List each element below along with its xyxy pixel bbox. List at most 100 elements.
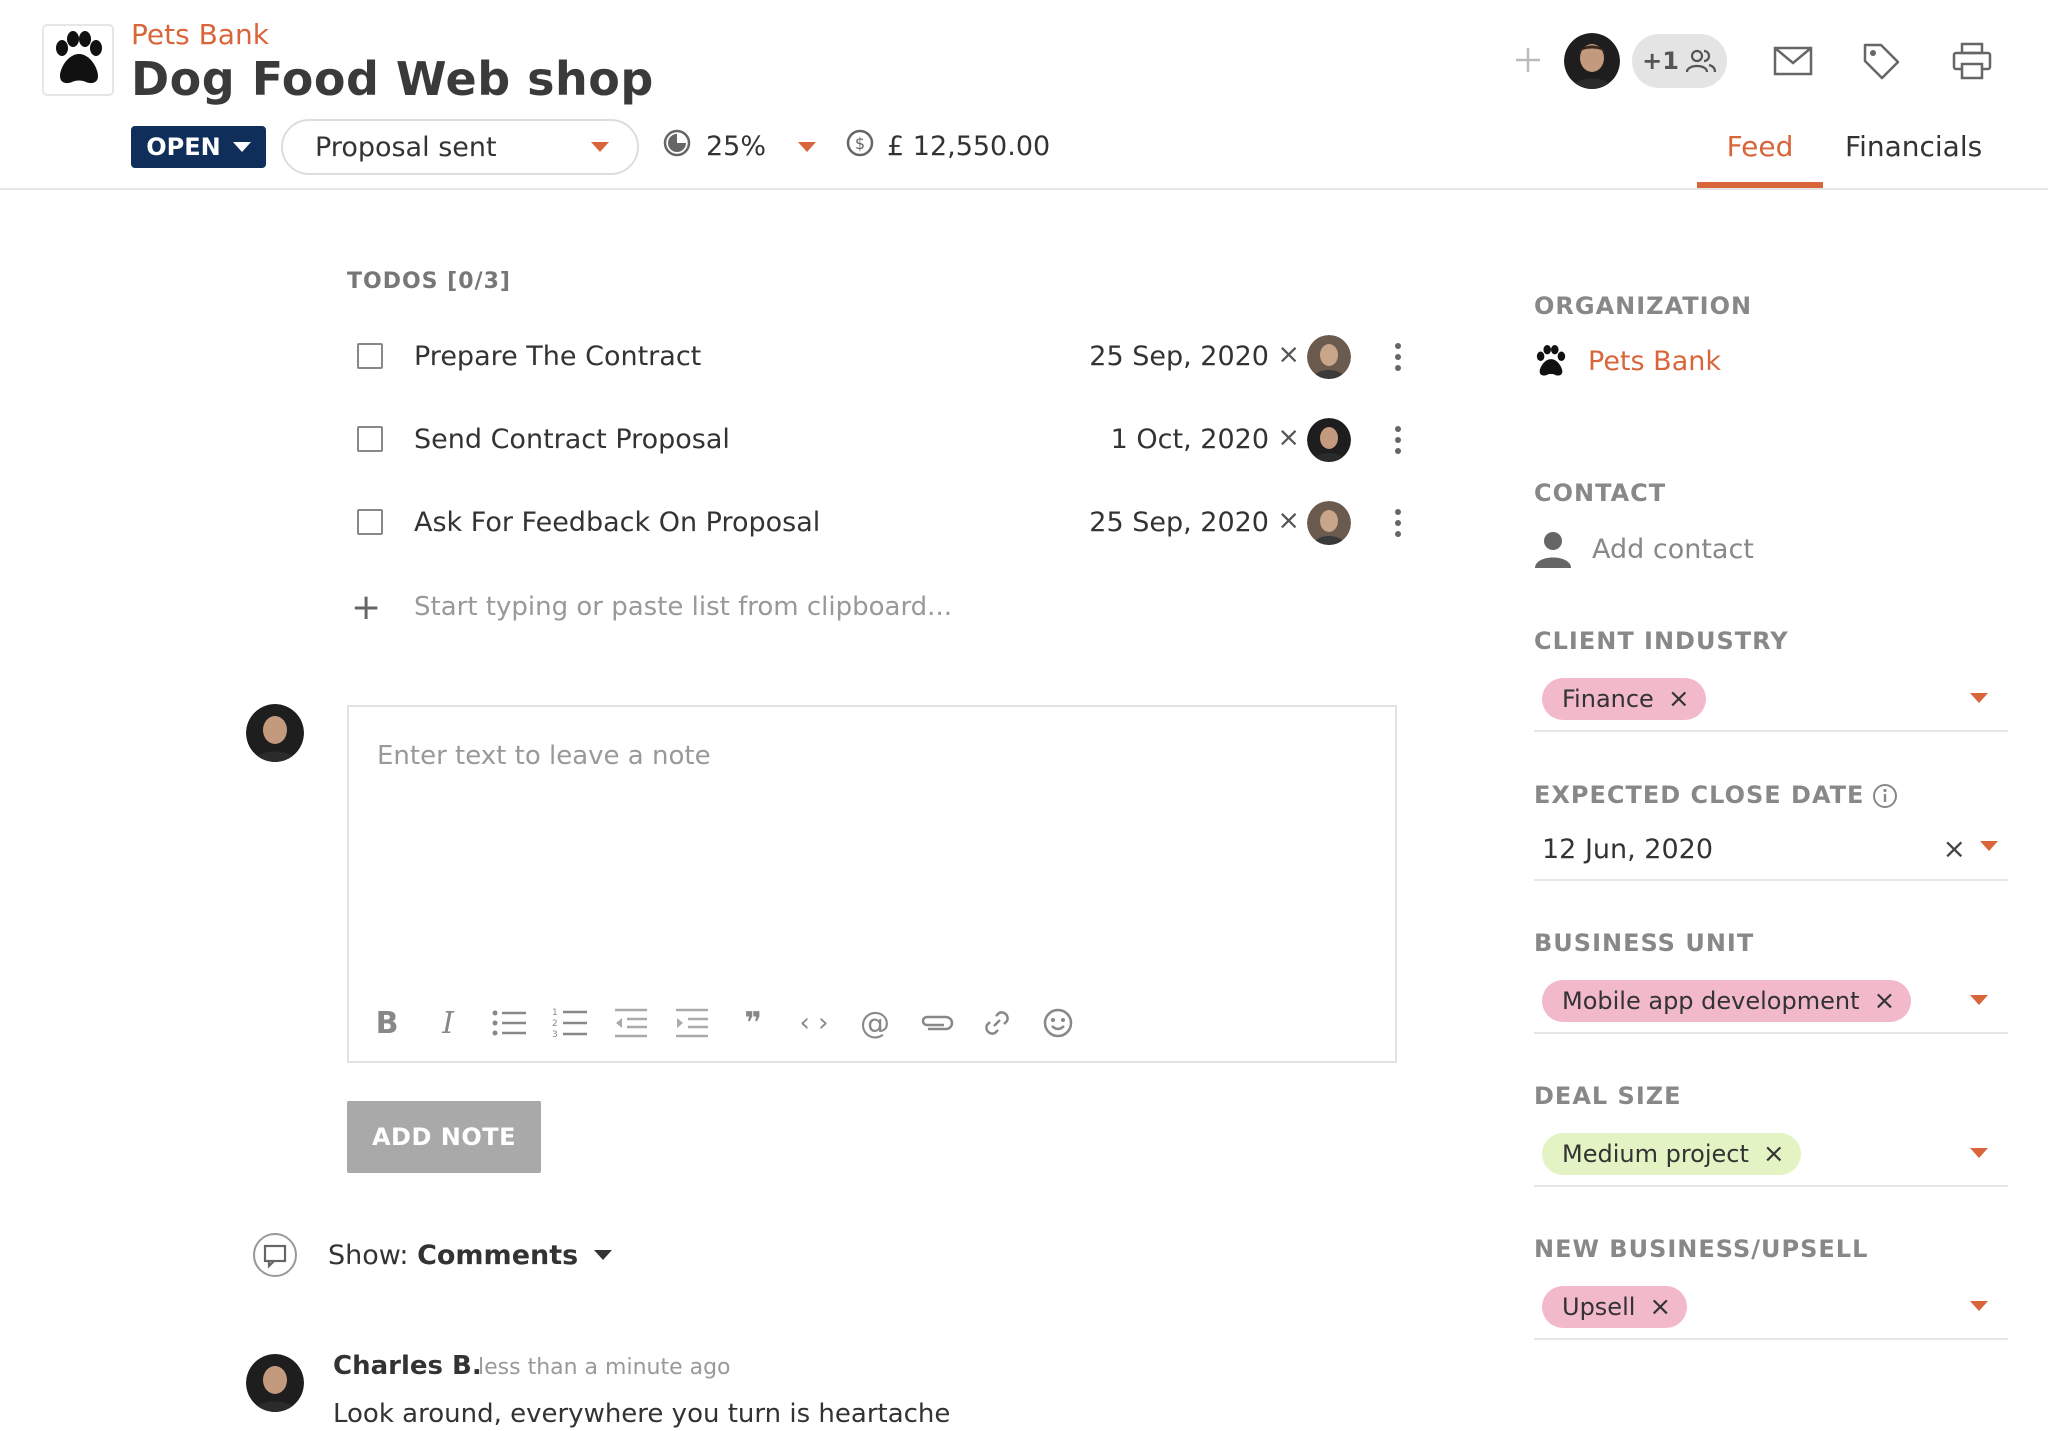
kebab-icon[interactable] [1393,505,1403,541]
more-participants-button[interactable]: +1 [1632,34,1727,88]
todo-checkbox[interactable] [357,509,383,535]
print-button[interactable] [1949,38,1995,84]
close-icon[interactable]: × [1649,1292,1671,1322]
note-editor[interactable]: Enter text to leave a note B I 123 ❞ ‹ ›… [347,705,1397,1063]
expected-close-title: EXPECTED CLOSE DATE [1534,781,1898,809]
assignee-avatar[interactable] [1307,501,1351,545]
todo-date[interactable]: 1 Oct, 2020 [1111,424,1269,455]
chip-label: Medium project [1562,1140,1749,1168]
person-icon [1535,532,1571,568]
mention-icon[interactable]: @ [857,1005,893,1041]
pie-icon [662,128,692,165]
organization-name[interactable]: Pets Bank [1588,346,1721,377]
emoji-icon[interactable] [1040,1005,1076,1041]
tag-chip: Finance × [1542,678,1706,720]
add-contact-placeholder[interactable]: Add contact [1592,534,1754,565]
organization-title: ORGANIZATION [1534,292,1753,320]
chevron-down-icon[interactable] [1970,1148,1988,1158]
chevron-down-icon [232,142,251,152]
note-placeholder: Enter text to leave a note [377,741,711,771]
link-icon[interactable] [979,1005,1015,1041]
chip-label: Upsell [1562,1293,1636,1321]
todo-checkbox[interactable] [357,426,383,452]
stage-value: Proposal sent [315,131,497,163]
tag-button[interactable] [1858,38,1904,84]
chevron-down-icon[interactable] [1970,1301,1988,1311]
bullet-list-icon[interactable] [491,1005,527,1041]
deal-title: Dog Food Web shop [131,52,654,106]
chevron-down-icon[interactable] [1970,995,1988,1005]
contact-field[interactable]: Add contact [1534,530,1754,568]
comment-author[interactable]: Charles B. [333,1351,482,1381]
indent-icon[interactable] [674,1005,710,1041]
todo-label[interactable]: Ask For Feedback On Proposal [414,507,820,538]
business-unit-title: BUSINESS UNIT [1534,929,1755,957]
chevron-down-icon[interactable] [1970,693,1988,703]
close-icon[interactable]: × [1763,1139,1785,1169]
tag-chip: Mobile app development × [1542,980,1912,1022]
kebab-icon[interactable] [1393,422,1403,458]
outdent-icon[interactable] [613,1005,649,1041]
feed-filter[interactable]: Show: Comments [252,1232,613,1278]
tab-feed[interactable]: Feed [1697,130,1823,163]
kebab-icon[interactable] [1393,339,1403,375]
participant-avatar[interactable] [1564,33,1620,89]
todos-title: TODOS [0/3] [347,269,511,294]
chip-label: Finance [1562,685,1654,713]
avatar [246,1354,304,1412]
paw-icon [42,24,114,96]
add-todo-row[interactable]: + Start typing or paste list from clipbo… [347,584,1047,634]
email-button[interactable] [1770,38,1816,84]
close-icon[interactable]: × [1873,986,1895,1016]
status-dropdown[interactable]: OPEN [131,126,266,168]
organization-field[interactable]: Pets Bank [1534,344,1721,378]
mail-icon [1773,46,1813,76]
clear-date-icon[interactable]: × [1277,422,1300,453]
todo-checkbox[interactable] [357,343,383,369]
tag-icon [1863,43,1900,80]
code-icon[interactable]: ‹ › [796,1005,832,1041]
client-industry-title: CLIENT INDUSTRY [1534,627,1789,655]
close-icon[interactable]: × [1943,832,1966,865]
clear-date-icon[interactable]: × [1277,339,1300,370]
attachment-icon[interactable] [918,1005,954,1041]
expected-close-date[interactable]: 12 Jun, 2020 [1542,834,1713,865]
svg-text:1: 1 [552,1008,558,1018]
new-business-select[interactable]: Upsell × [1534,1270,2008,1340]
chevron-down-icon[interactable] [1980,841,1998,851]
add-participant-button[interactable] [1508,40,1548,80]
assignee-avatar[interactable] [1307,335,1351,379]
paw-icon [1536,344,1566,376]
close-icon[interactable]: × [1668,684,1690,714]
client-industry-select[interactable]: Finance × [1534,662,2008,732]
bold-icon[interactable]: B [369,1005,405,1041]
expected-close-date-field[interactable]: 12 Jun, 2020 × [1534,816,2008,881]
todo-label[interactable]: Prepare The Contract [414,341,701,372]
tag-chip: Medium project × [1542,1133,1801,1175]
chevron-down-icon [591,142,609,152]
deal-size-title: DEAL SIZE [1534,1082,1682,1110]
todo-date[interactable]: 25 Sep, 2020 [1089,341,1269,372]
quote-icon[interactable]: ❞ [735,1005,771,1041]
add-todo-input[interactable]: Start typing or paste list from clipboar… [414,592,952,622]
feed-filter-label: Show: Comments [328,1239,579,1271]
deal-size-select[interactable]: Medium project × [1534,1117,2008,1187]
stage-select[interactable]: Proposal sent [281,119,639,175]
todo-date[interactable]: 25 Sep, 2020 [1089,507,1269,538]
italic-icon[interactable]: I [430,1005,466,1041]
people-icon [1685,49,1717,73]
todo-label[interactable]: Send Contract Proposal [414,424,730,455]
chevron-down-icon [594,1250,613,1260]
svg-text:$: $ [855,134,865,153]
probability-select[interactable]: 25% [662,128,817,165]
numbered-list-icon[interactable]: 123 [552,1005,588,1041]
organization-link[interactable]: Pets Bank [131,18,269,51]
assignee-avatar[interactable] [1307,418,1351,462]
add-note-button[interactable]: ADD NOTE [347,1101,541,1173]
tab-financials[interactable]: Financials [1845,130,1982,163]
deal-value[interactable]: $ £ 12,550.00 [845,128,1050,165]
info-icon[interactable] [1872,783,1898,809]
clear-date-icon[interactable]: × [1277,505,1300,536]
business-unit-select[interactable]: Mobile app development × [1534,964,2008,1034]
comment-text: Look around, everywhere you turn is hear… [333,1399,951,1429]
